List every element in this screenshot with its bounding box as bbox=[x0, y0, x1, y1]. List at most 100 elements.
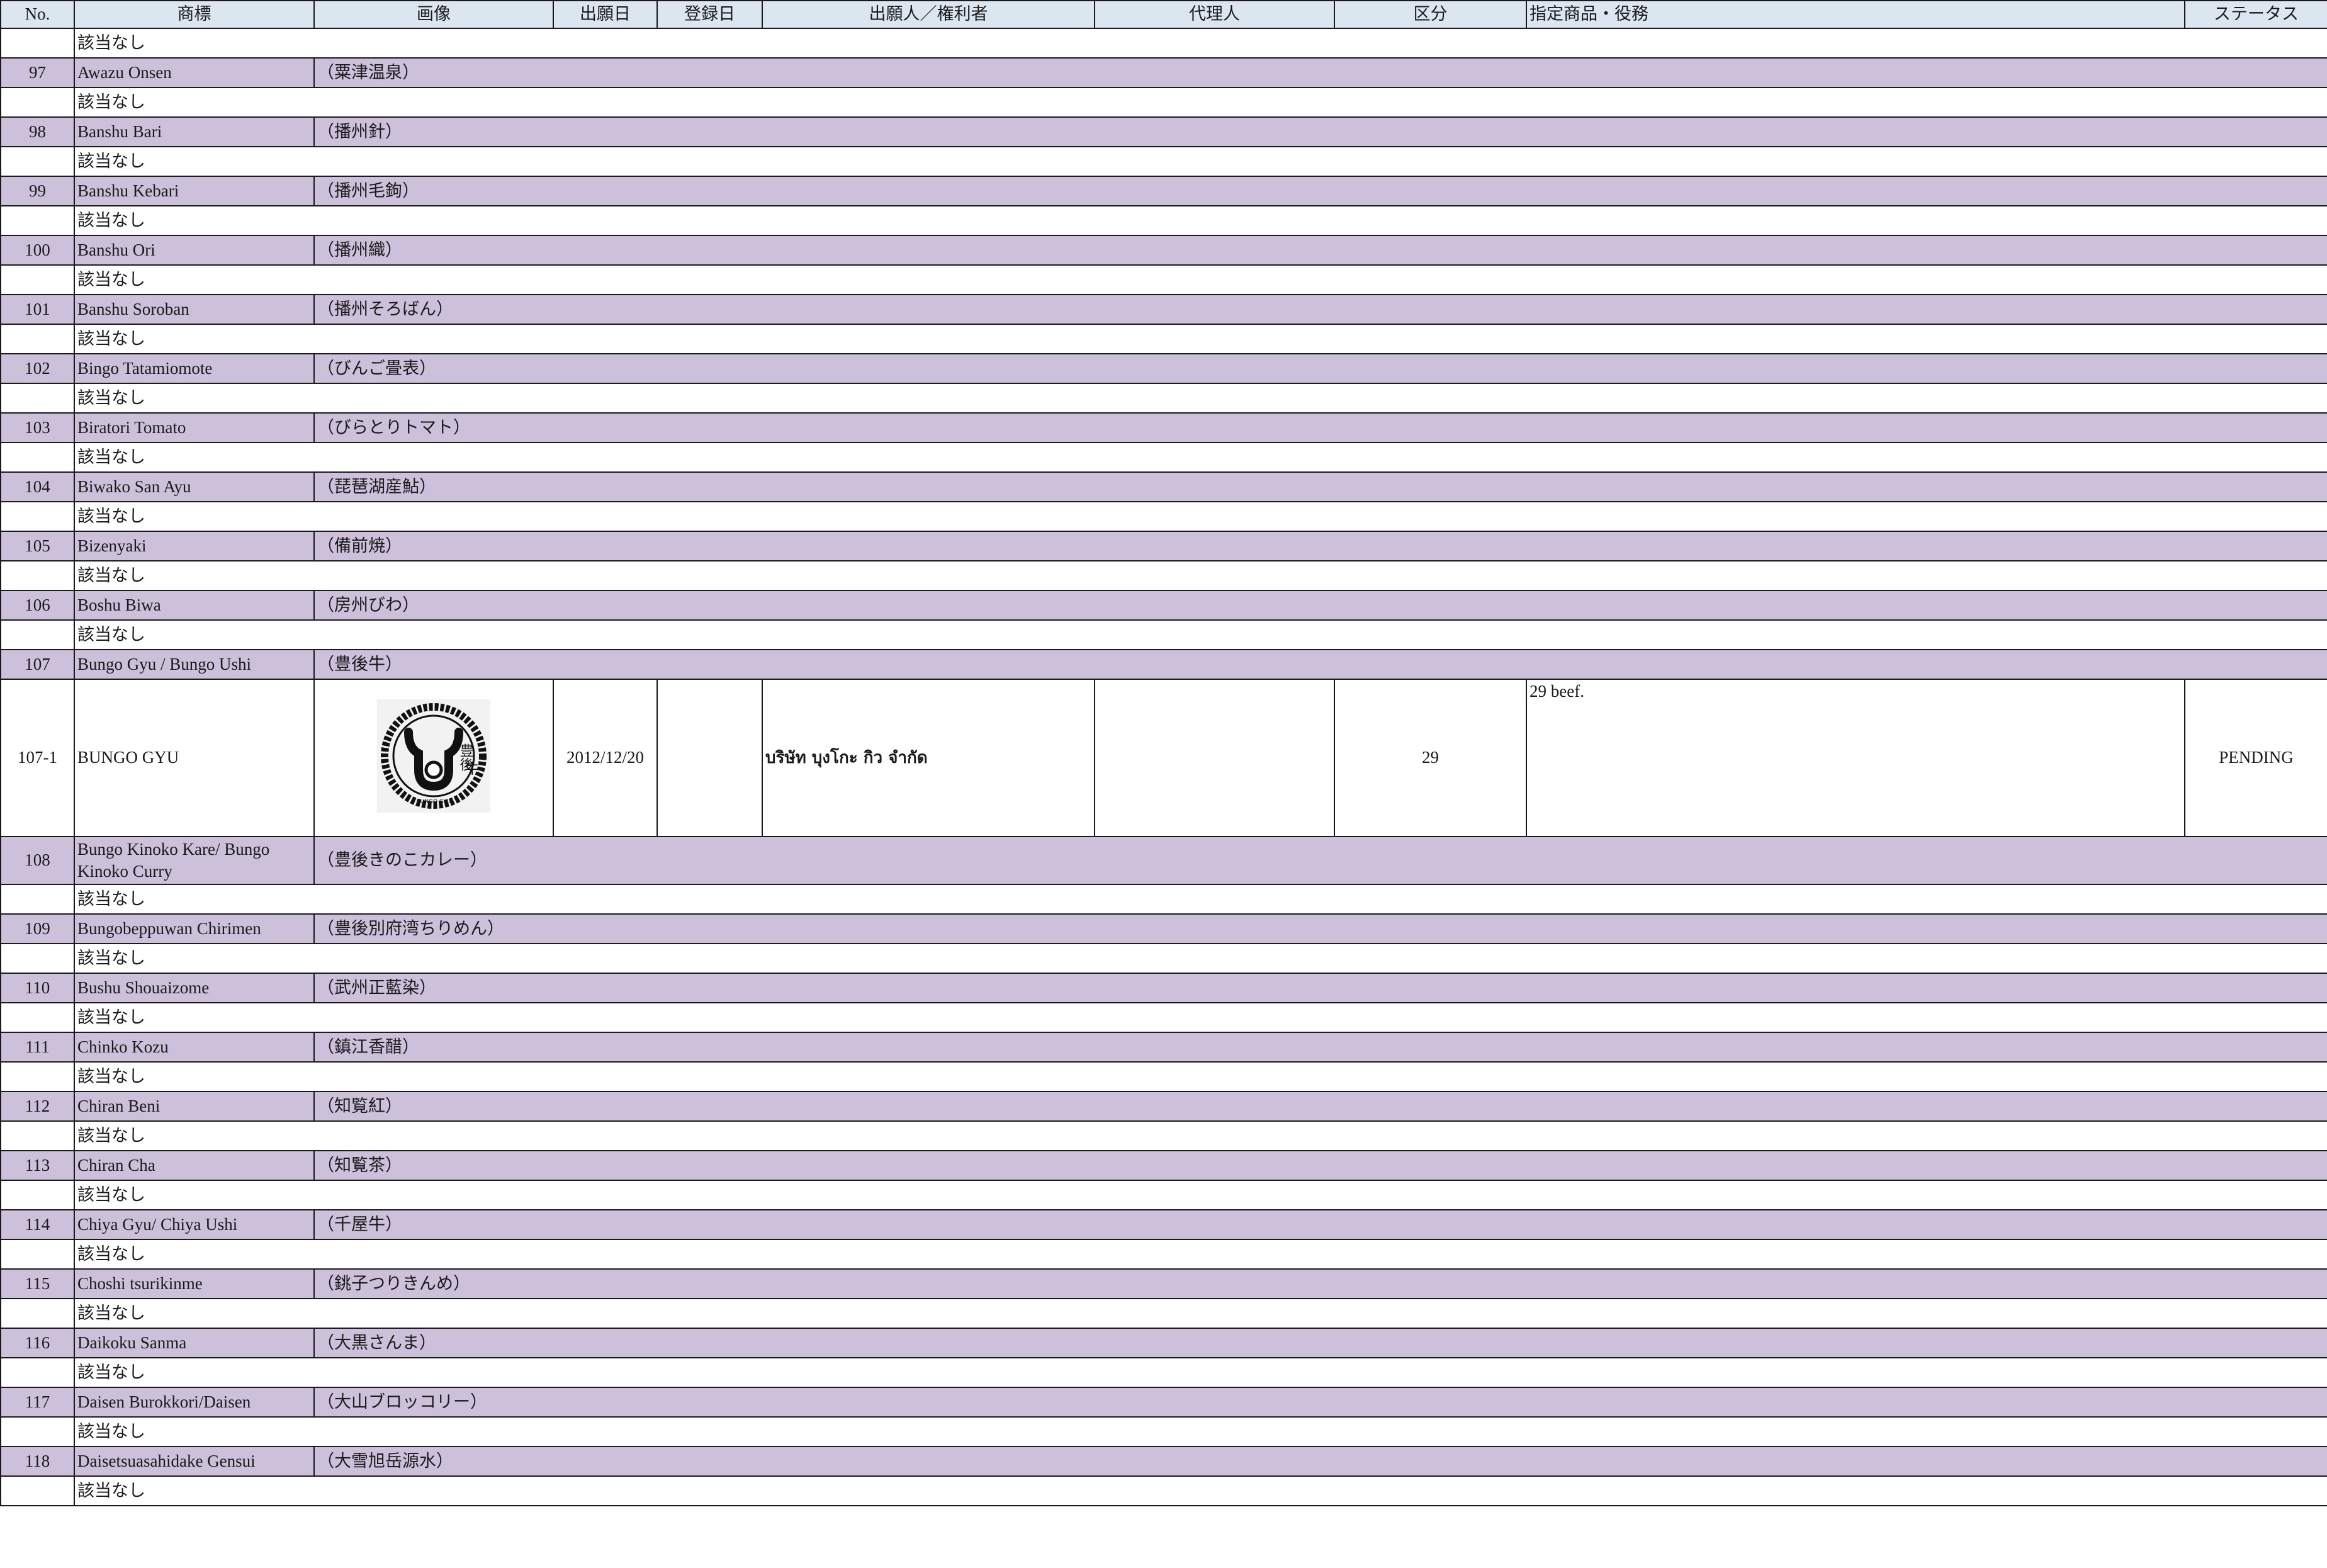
none-cell[interactable]: 該当なし bbox=[74, 1180, 2327, 1210]
gi-row[interactable]: 114 Chiya Gyu/ Chiya Ushi （千屋牛） bbox=[0, 1209, 2327, 1240]
header-class[interactable]: 区分 bbox=[1334, 0, 1527, 29]
gi-no-cell[interactable]: 115 bbox=[0, 1268, 75, 1299]
none-cell[interactable]: 該当なし bbox=[74, 619, 2327, 650]
header-reg-date[interactable]: 登録日 bbox=[656, 0, 763, 29]
gi-row[interactable]: 118 Daisetsuasahidake Gensui （大雪旭岳源水） bbox=[0, 1446, 2327, 1477]
none-cell[interactable]: 該当なし bbox=[74, 1061, 2327, 1092]
none-row[interactable]: 該当なし bbox=[0, 501, 2327, 532]
gi-blank-cell[interactable] bbox=[657, 1091, 2327, 1122]
gi-mark-cell[interactable]: Bungo Kinoko Kare/ Bungo Kinoko Curry bbox=[74, 836, 315, 885]
gi-row[interactable]: 117 Daisen Burokkori/Daisen （大山ブロッコリー） bbox=[0, 1387, 2327, 1418]
header-filing-date[interactable]: 出願日 bbox=[553, 0, 658, 29]
app-mark-cell[interactable]: BUNGO GYU bbox=[74, 679, 315, 837]
none-row[interactable]: 該当なし bbox=[0, 383, 2327, 414]
none-cell[interactable]: 該当なし bbox=[74, 1416, 2327, 1447]
gi-japanese-cell[interactable]: （大雪旭岳源水） bbox=[313, 1446, 657, 1477]
app-status-cell[interactable]: PENDING bbox=[2184, 679, 2327, 837]
gi-blank-cell[interactable] bbox=[657, 294, 2327, 325]
gi-mark-cell[interactable]: Awazu Onsen bbox=[74, 57, 315, 88]
none-row[interactable]: 該当なし bbox=[0, 1180, 2327, 1210]
gi-japanese-cell[interactable]: （備前焼） bbox=[313, 531, 657, 561]
gi-no-cell[interactable]: 98 bbox=[0, 116, 75, 147]
gi-japanese-cell[interactable]: （播州そろばん） bbox=[313, 294, 657, 325]
gi-japanese-cell[interactable]: （大黒さんま） bbox=[313, 1328, 657, 1358]
gi-no-cell[interactable]: 107 bbox=[0, 649, 75, 680]
gi-mark-cell[interactable]: Chiya Gyu/ Chiya Ushi bbox=[74, 1209, 315, 1240]
none-cell[interactable]: 該当なし bbox=[74, 442, 2327, 473]
gi-row[interactable]: 115 Choshi tsurikinme （銚子つりきんめ） bbox=[0, 1268, 2327, 1299]
gi-mark-cell[interactable]: Banshu Bari bbox=[74, 116, 315, 147]
gi-japanese-cell[interactable]: （知覧紅） bbox=[313, 1091, 657, 1122]
gi-blank-cell[interactable] bbox=[657, 353, 2327, 384]
gi-row[interactable]: 101 Banshu Soroban （播州そろばん） bbox=[0, 294, 2327, 325]
gi-japanese-cell[interactable]: （びんご畳表） bbox=[313, 353, 657, 384]
none-row[interactable]: 該当なし bbox=[0, 28, 2327, 59]
no-cell[interactable] bbox=[0, 87, 75, 118]
gi-blank-cell[interactable] bbox=[657, 1150, 2327, 1181]
gi-row[interactable]: 112 Chiran Beni （知覧紅） bbox=[0, 1091, 2327, 1122]
header-goods[interactable]: 指定商品・役務 bbox=[1526, 0, 2185, 29]
no-cell[interactable] bbox=[0, 442, 75, 473]
gi-blank-cell[interactable] bbox=[657, 531, 2327, 561]
app-applicant-cell[interactable]: บริษัท บุงโกะ กิว จำกัด bbox=[762, 679, 1095, 837]
gi-mark-cell[interactable]: Banshu Soroban bbox=[74, 294, 315, 325]
no-cell[interactable] bbox=[0, 146, 75, 177]
gi-row[interactable]: 99 Banshu Kebari （播州毛鉤） bbox=[0, 176, 2327, 206]
gi-no-cell[interactable]: 100 bbox=[0, 235, 75, 266]
gi-row[interactable]: 106 Boshu Biwa （房州びわ） bbox=[0, 590, 2327, 621]
no-cell[interactable] bbox=[0, 1061, 75, 1092]
gi-mark-cell[interactable]: Chinko Kozu bbox=[74, 1032, 315, 1063]
gi-japanese-cell[interactable]: （大山ブロッコリー） bbox=[313, 1387, 657, 1418]
gi-blank-cell[interactable] bbox=[657, 471, 2327, 502]
gi-row[interactable]: 109 Bungobeppuwan Chirimen （豊後別府湾ちりめん） bbox=[0, 913, 2327, 944]
gi-mark-cell[interactable]: Choshi tsurikinme bbox=[74, 1268, 315, 1299]
no-cell[interactable] bbox=[0, 1002, 75, 1033]
gi-mark-cell[interactable]: Biratori Tomato bbox=[74, 412, 315, 443]
gi-blank-cell[interactable] bbox=[657, 913, 2327, 944]
none-cell[interactable]: 該当なし bbox=[74, 1357, 2327, 1388]
gi-japanese-cell[interactable]: （房州びわ） bbox=[313, 590, 657, 621]
gi-no-cell[interactable]: 113 bbox=[0, 1150, 75, 1181]
no-cell[interactable] bbox=[0, 560, 75, 591]
no-cell[interactable] bbox=[0, 264, 75, 295]
gi-japanese-cell[interactable]: （粟津温泉） bbox=[313, 57, 657, 88]
none-cell[interactable]: 該当なし bbox=[74, 1120, 2327, 1151]
gi-mark-cell[interactable]: Banshu Ori bbox=[74, 235, 315, 266]
app-agent-cell[interactable] bbox=[1094, 679, 1335, 837]
gi-row[interactable]: 104 Biwako San Ayu （琵琶湖産鮎） bbox=[0, 471, 2327, 502]
gi-blank-cell[interactable] bbox=[657, 57, 2327, 88]
gi-mark-cell[interactable]: Bungobeppuwan Chirimen bbox=[74, 913, 315, 944]
gi-mark-cell[interactable]: Daikoku Sanma bbox=[74, 1328, 315, 1358]
gi-blank-cell[interactable] bbox=[657, 836, 2327, 885]
no-cell[interactable] bbox=[0, 1416, 75, 1447]
none-cell[interactable]: 該当なし bbox=[74, 1002, 2327, 1033]
gi-mark-cell[interactable]: Bungo Gyu / Bungo Ushi bbox=[74, 649, 315, 680]
gi-no-cell[interactable]: 104 bbox=[0, 471, 75, 502]
gi-blank-cell[interactable] bbox=[657, 973, 2327, 1003]
none-cell[interactable]: 該当なし bbox=[74, 1475, 2327, 1506]
header-image[interactable]: 画像 bbox=[313, 0, 554, 29]
gi-no-cell[interactable]: 108 bbox=[0, 836, 75, 885]
none-row[interactable]: 該当なし bbox=[0, 619, 2327, 650]
gi-japanese-cell[interactable]: （銚子つりきんめ） bbox=[313, 1268, 657, 1299]
none-cell[interactable]: 該当なし bbox=[74, 264, 2327, 295]
no-cell[interactable] bbox=[0, 28, 75, 59]
gi-blank-cell[interactable] bbox=[657, 235, 2327, 266]
none-row[interactable]: 該当なし bbox=[0, 442, 2327, 473]
gi-no-cell[interactable]: 103 bbox=[0, 412, 75, 443]
gi-no-cell[interactable]: 101 bbox=[0, 294, 75, 325]
none-row[interactable]: 該当なし bbox=[0, 884, 2327, 915]
gi-japanese-cell[interactable]: （鎮江香醋） bbox=[313, 1032, 657, 1063]
gi-blank-cell[interactable] bbox=[657, 1328, 2327, 1358]
no-cell[interactable] bbox=[0, 1475, 75, 1506]
gi-no-cell[interactable]: 110 bbox=[0, 973, 75, 1003]
gi-blank-cell[interactable] bbox=[657, 1032, 2327, 1063]
none-row[interactable]: 該当なし bbox=[0, 87, 2327, 118]
gi-japanese-cell[interactable]: （豊後牛） bbox=[313, 649, 657, 680]
application-row[interactable]: 107-1 BUNGO GYU 豊後牛 BUNGO GYU 2012/12/20 บริษ… bbox=[0, 679, 2327, 837]
gi-mark-cell[interactable]: Boshu Biwa bbox=[74, 590, 315, 621]
gi-blank-cell[interactable] bbox=[657, 649, 2327, 680]
app-goods-cell[interactable]: 29 beef. bbox=[1526, 679, 2185, 837]
app-image-cell[interactable]: 豊後牛 BUNGO GYU bbox=[313, 679, 554, 837]
gi-row[interactable]: 110 Bushu Shouaizome （武州正藍染） bbox=[0, 973, 2327, 1003]
